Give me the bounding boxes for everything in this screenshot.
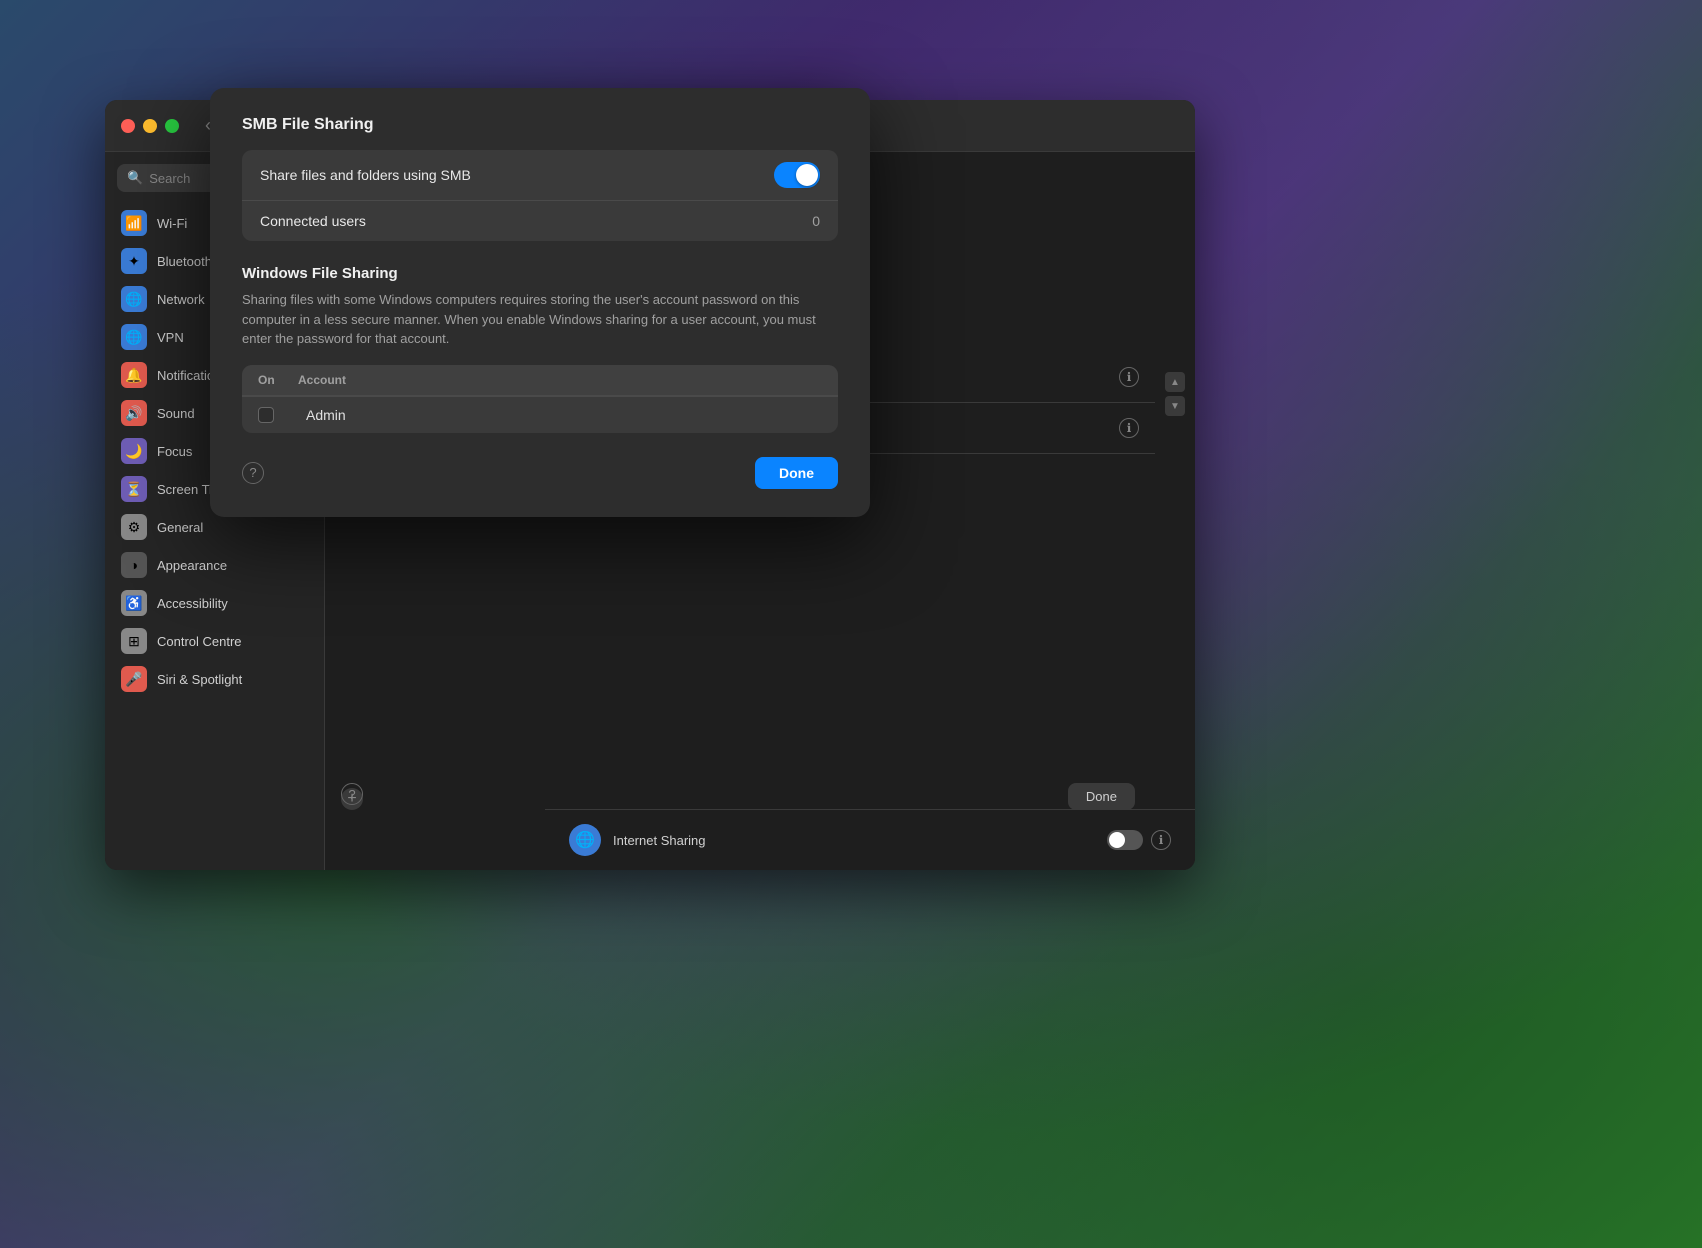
internet-sharing-icon: 🌐 [569, 824, 601, 856]
smb-modal: SMB File Sharing Share files and folders… [210, 88, 870, 517]
network-icon: 🌐 [121, 286, 147, 312]
vpn-icon: 🌐 [121, 324, 147, 350]
sound-icon: 🔊 [121, 400, 147, 426]
internet-sharing-info-button[interactable]: ℹ [1151, 830, 1171, 850]
info-button[interactable]: ℹ [1119, 367, 1139, 387]
focus-icon: 🌙 [121, 438, 147, 464]
internet-sharing-row: 🌐 Internet Sharing ℹ [545, 809, 1195, 870]
sidebar-item-label: General [157, 520, 203, 535]
sidebar-item-accessibility[interactable]: ♿ Accessibility [105, 584, 324, 622]
sidebar-item-siri[interactable]: 🎤 Siri & Spotlight [105, 660, 324, 698]
smb-settings-box: Share files and folders using SMB Connec… [242, 150, 838, 241]
close-button[interactable] [121, 119, 135, 133]
help-button[interactable]: ? [242, 462, 264, 484]
maximize-button[interactable] [165, 119, 179, 133]
header-on: On [258, 373, 298, 387]
internet-sharing-toggle[interactable] [1107, 830, 1143, 850]
share-files-row: Share files and folders using SMB [242, 150, 838, 200]
accessibility-icon: ♿ [121, 590, 147, 616]
smb-title: SMB File Sharing [242, 116, 838, 134]
general-icon: ⚙ [121, 514, 147, 540]
connected-users-row: Connected users 0 [242, 200, 838, 241]
windows-description: Sharing files with some Windows computer… [242, 290, 838, 349]
search-placeholder: Search [149, 171, 190, 186]
sidebar-item-controlcentre[interactable]: ⊞ Control Centre [105, 622, 324, 660]
sidebar-item-label: VPN [157, 330, 184, 345]
windows-title: Windows File Sharing [242, 265, 838, 282]
siri-icon: 🎤 [121, 666, 147, 692]
info-button-2[interactable]: ℹ [1119, 418, 1139, 438]
search-icon: 🔍 [127, 170, 143, 186]
scroll-controls: ▲ ▼ [1165, 372, 1185, 416]
share-files-toggle[interactable] [774, 162, 820, 188]
wifi-icon: 📶 [121, 210, 147, 236]
done-button[interactable]: Done [755, 457, 838, 489]
scroll-up-button[interactable]: ▲ [1165, 372, 1185, 392]
sidebar-item-label: Siri & Spotlight [157, 672, 242, 687]
connected-users-label: Connected users [260, 213, 812, 229]
notifications-icon: 🔔 [121, 362, 147, 388]
admin-account-name: Admin [306, 407, 346, 423]
done-button-bg[interactable]: Done [1068, 783, 1135, 810]
connected-users-value: 0 [812, 213, 820, 229]
sidebar-item-label: Network [157, 292, 205, 307]
sidebar-item-label: Control Centre [157, 634, 242, 649]
sidebar-item-label: Appearance [157, 558, 227, 573]
table-header: On Account [242, 365, 838, 396]
internet-sharing-label: Internet Sharing [613, 833, 1107, 848]
minimize-button[interactable] [143, 119, 157, 133]
screentime-icon: ⏳ [121, 476, 147, 502]
accounts-table: On Account Admin [242, 365, 838, 433]
sidebar-item-label: Bluetooth [157, 254, 212, 269]
scroll-down-button[interactable]: ▼ [1165, 396, 1185, 416]
table-row: Admin [242, 396, 838, 433]
traffic-lights [121, 119, 179, 133]
share-files-label: Share files and folders using SMB [260, 167, 774, 183]
controlcentre-icon: ⊞ [121, 628, 147, 654]
sidebar-item-label: Focus [157, 444, 192, 459]
help-button-bg[interactable]: ? [341, 783, 363, 805]
modal-footer: ? Done [242, 457, 838, 489]
sidebar-item-label: Sound [157, 406, 195, 421]
admin-checkbox[interactable] [258, 407, 274, 423]
sidebar-item-label: Accessibility [157, 596, 228, 611]
bluetooth-icon: ✦ [121, 248, 147, 274]
appearance-icon: ◑ [121, 552, 147, 578]
sidebar-item-label: Wi-Fi [157, 216, 187, 231]
sidebar-item-appearance[interactable]: ◑ Appearance [105, 546, 324, 584]
header-account: Account [298, 373, 346, 387]
